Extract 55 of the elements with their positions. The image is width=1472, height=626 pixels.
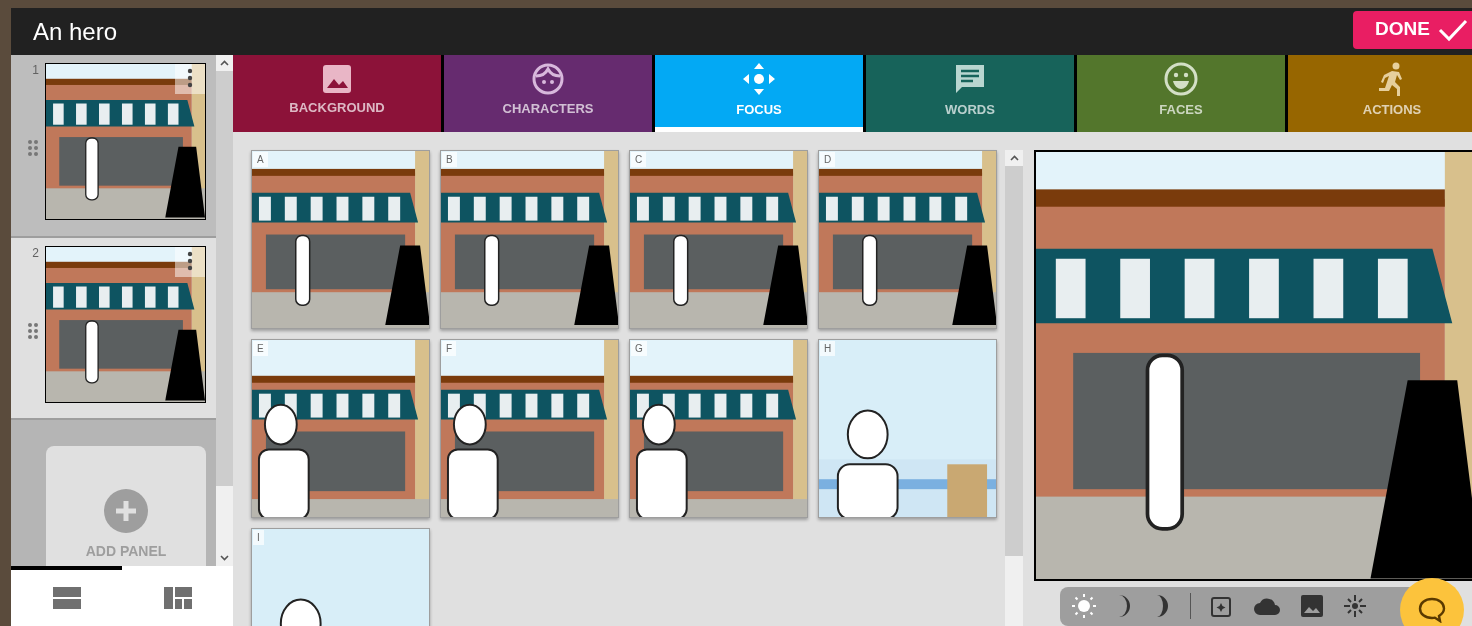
panel-slot[interactable]: 1 xyxy=(11,55,216,238)
more-icon[interactable] xyxy=(175,246,205,277)
panel-slot[interactable]: 2 xyxy=(11,237,216,420)
drag-handle-icon[interactable] xyxy=(27,139,39,157)
light-burst-icon[interactable] xyxy=(1343,594,1367,619)
scene-option[interactable]: G xyxy=(629,339,808,518)
scrollbar[interactable] xyxy=(216,55,233,566)
panel-number: 2 xyxy=(32,244,39,262)
chat-button[interactable] xyxy=(1400,578,1464,626)
sun-icon[interactable] xyxy=(1072,594,1096,619)
scroll-thumb[interactable] xyxy=(216,71,233,486)
drag-handle-icon[interactable] xyxy=(27,321,39,340)
window-title: An hero xyxy=(33,16,118,47)
rows-layout-icon xyxy=(52,587,81,609)
image-icon xyxy=(322,64,352,95)
scroll-up-icon[interactable] xyxy=(220,60,229,66)
scene-option[interactable]: D xyxy=(818,150,997,329)
chat-icon xyxy=(1418,597,1446,623)
scene-option[interactable]: C xyxy=(629,150,808,329)
option-letter: H xyxy=(820,341,836,356)
scene-option[interactable]: H xyxy=(818,339,997,518)
option-letter: E xyxy=(253,341,268,356)
checkmark-icon xyxy=(1438,17,1468,42)
done-button[interactable]: DONE xyxy=(1353,10,1472,49)
tab[interactable]: BACKGROUND xyxy=(233,55,441,132)
tab[interactable]: CHARACTERS xyxy=(444,55,652,132)
scene-option[interactable]: I xyxy=(251,528,430,626)
tab[interactable]: FACES xyxy=(1077,55,1285,132)
option-letter: D xyxy=(820,152,836,167)
plus-icon xyxy=(104,489,148,533)
scene-option[interactable]: B xyxy=(440,150,619,329)
scene-option[interactable]: F xyxy=(440,339,619,518)
face-icon xyxy=(532,63,564,96)
move-arrows-icon xyxy=(742,62,776,97)
scene-option[interactable]: E xyxy=(251,339,430,518)
option-letter: C xyxy=(631,152,647,167)
option-letter: G xyxy=(631,341,647,356)
grid-layout-icon xyxy=(163,587,192,609)
panel-number: 1 xyxy=(32,62,39,79)
tab[interactable]: WORDS xyxy=(866,55,1074,132)
image-icon[interactable] xyxy=(1301,595,1323,618)
option-letter: A xyxy=(253,152,268,167)
cloud-icon[interactable] xyxy=(1253,596,1281,617)
scroll-up-icon[interactable] xyxy=(1009,155,1019,161)
option-letter: F xyxy=(442,341,457,356)
scroll-thumb[interactable] xyxy=(1005,166,1023,556)
smiley-icon xyxy=(1164,62,1198,97)
scroll-down-icon[interactable] xyxy=(220,555,229,561)
more-icon[interactable] xyxy=(175,64,205,94)
tab[interactable]: ACTIONS xyxy=(1288,55,1472,132)
scene-option[interactable]: A xyxy=(251,150,430,329)
option-letter: B xyxy=(442,152,457,167)
scrollbar[interactable] xyxy=(1005,150,1023,626)
option-letter: I xyxy=(253,530,264,545)
sparkle-frame-icon[interactable] xyxy=(1211,595,1233,618)
